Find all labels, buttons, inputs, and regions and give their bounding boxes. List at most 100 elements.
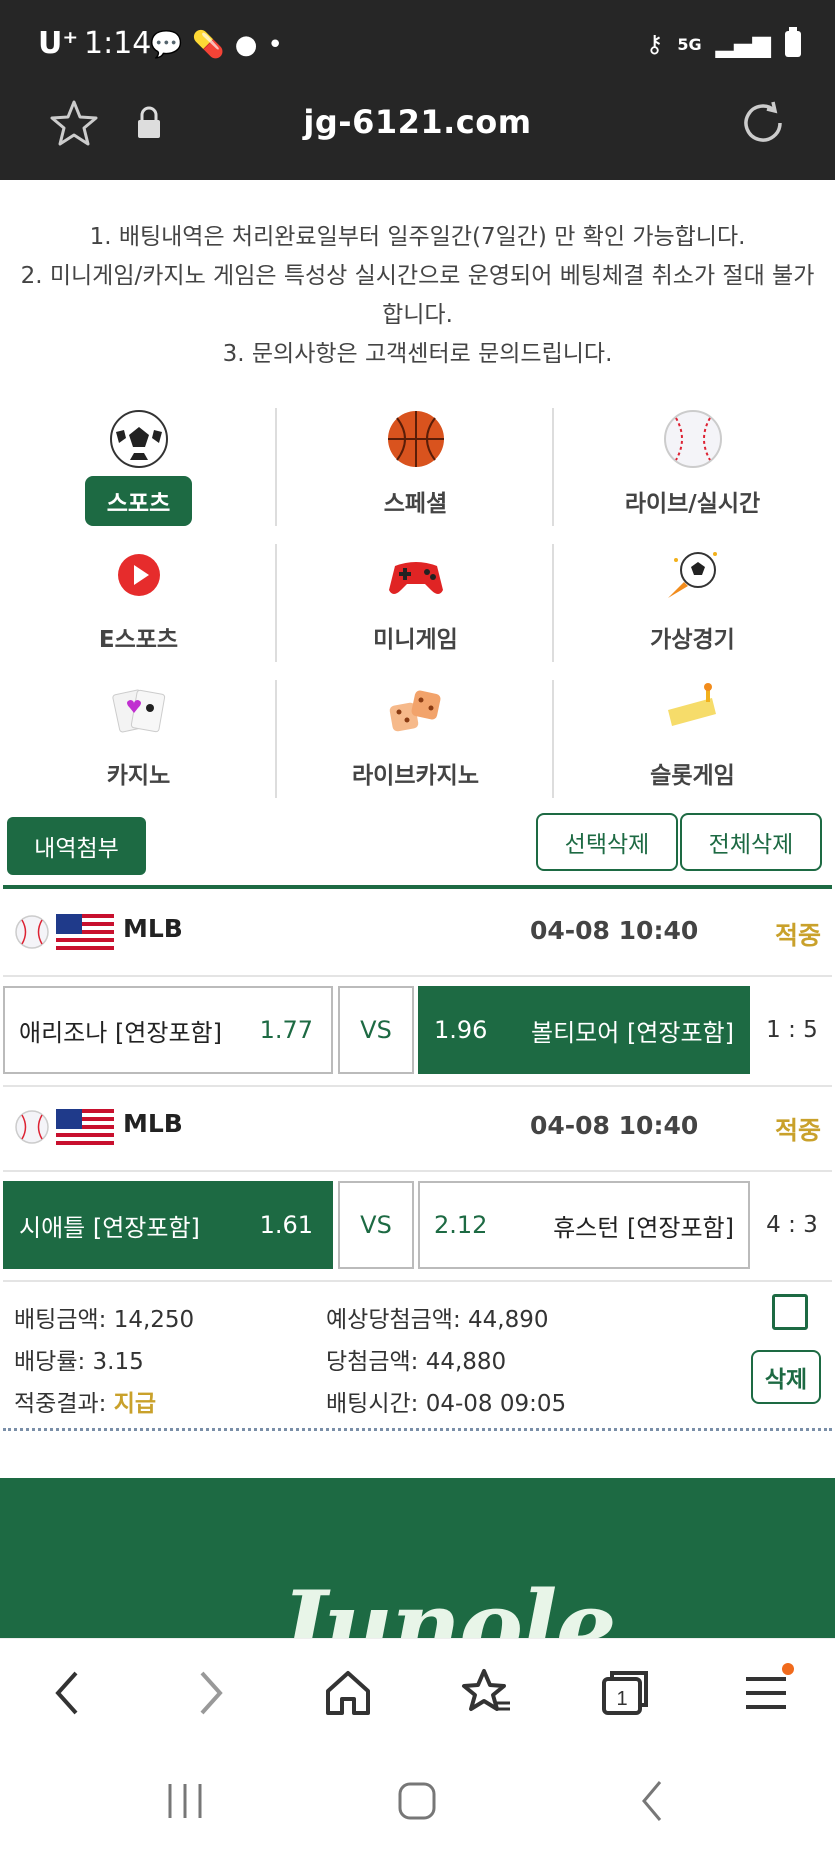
url-bar: jg-6121.com	[0, 95, 835, 155]
bookmarks-icon[interactable]	[456, 1663, 516, 1723]
section-divider	[3, 885, 832, 889]
gamepad-icon	[388, 562, 443, 594]
category-casino[interactable]: 카지노	[0, 672, 277, 808]
dice-icon	[389, 690, 440, 732]
forward-icon[interactable]	[180, 1663, 240, 1723]
dotted-divider	[3, 1428, 832, 1431]
league-name: MLB	[123, 1109, 183, 1138]
league-name: MLB	[123, 914, 183, 943]
bet-amount: 배팅금액: 14,250	[14, 1307, 195, 1333]
odds-total: 배당률: 3.15	[14, 1349, 144, 1375]
expected-win: 예상당첨금액: 44,890	[326, 1307, 549, 1333]
svg-text:1: 1	[616, 1688, 627, 1710]
home-odds: 1.61	[259, 1211, 313, 1239]
match-score: 1 : 5	[766, 1017, 818, 1043]
category-special[interactable]: 스페셜	[277, 400, 554, 536]
category-minigame[interactable]: 미니게임	[277, 536, 554, 672]
category-label: 미니게임	[373, 627, 458, 653]
system-back-icon[interactable]	[628, 1776, 678, 1826]
away-team-name: 볼티모어 [연장포함]	[531, 1018, 734, 1047]
brand-banner: Junole	[0, 1478, 835, 1638]
menu-icon[interactable]	[736, 1663, 796, 1723]
browser-nav-bar: 1	[0, 1638, 835, 1746]
baseball-icon	[15, 1110, 49, 1144]
signal-icon: ▂▄▆	[715, 30, 771, 58]
away-odds: 2.12	[434, 1211, 488, 1239]
category-label: 스페셜	[383, 491, 448, 517]
us-flag-icon	[56, 914, 114, 950]
home-team-name: 애리조나 [연장포함]	[19, 1018, 222, 1047]
status-bar: U⁺ 1:14 💬 💊 ● • ⚷ 5G ▂▄▆	[0, 22, 835, 72]
away-team-name: 휴스턴 [연장포함]	[553, 1213, 734, 1242]
reload-icon[interactable]	[737, 97, 789, 149]
home-button-icon[interactable]	[392, 1776, 442, 1826]
baseball-icon	[663, 410, 722, 468]
category-label: 라이브/실시간	[624, 491, 761, 517]
result-badge: 적중	[774, 1116, 821, 1145]
delete-selected-button[interactable]: 선택삭제	[536, 813, 678, 871]
away-team-pick[interactable]: 2.12 휴스턴 [연장포함]	[418, 1181, 750, 1269]
category-live-casino[interactable]: 라이브카지노	[277, 672, 554, 808]
home-icon[interactable]	[318, 1663, 378, 1723]
brand-logo: Junole	[280, 1570, 617, 1638]
category-slot[interactable]: 슬롯게임	[554, 672, 831, 808]
win-amount: 당첨금액: 44,880	[326, 1349, 507, 1375]
bet-summary: 배팅금액: 14,250 배당률: 3.15 적중결과: 지급 예상당첨금액: …	[0, 1290, 835, 1430]
cards-icon	[111, 689, 165, 733]
match-datetime: 04-08 10:40	[530, 916, 699, 945]
category-grid: 스포츠 스페셜 라이브/실시간 E스포츠 미니게임 가상경기 카지노 라이브카지…	[0, 400, 835, 808]
key-icon: ⚷	[645, 30, 664, 58]
network-type: 5G	[677, 34, 702, 54]
us-flag-icon	[56, 1109, 114, 1145]
url-text[interactable]: jg-6121.com	[0, 103, 835, 141]
delete-button[interactable]: 삭제	[751, 1350, 821, 1404]
recent-apps-icon[interactable]	[160, 1776, 210, 1826]
category-esports[interactable]: E스포츠	[0, 536, 277, 672]
status-time: 1:14	[84, 26, 152, 61]
bet-row: 애리조나 [연장포함] 1.77 VS 1.96 볼티모어 [연장포함] 1 :…	[0, 986, 835, 1074]
rocket-ball-icon	[667, 552, 717, 598]
battery-icon	[785, 27, 801, 57]
delete-all-button[interactable]: 전체삭제	[680, 813, 822, 871]
baseball-icon	[15, 915, 49, 949]
browser-top-bar: U⁺ 1:14 💬 💊 ● • ⚷ 5G ▂▄▆ jg-6121.com	[0, 0, 835, 180]
select-checkbox[interactable]	[772, 1294, 808, 1330]
category-label: 카지노	[106, 763, 171, 789]
home-team-pick[interactable]: 애리조나 [연장포함] 1.77	[3, 986, 333, 1074]
home-odds: 1.77	[259, 1016, 313, 1044]
system-nav-bar	[0, 1746, 835, 1856]
pill-icon: 💊	[192, 30, 225, 60]
carrier-label: U⁺	[38, 26, 79, 61]
soccer-ball-icon	[109, 410, 168, 468]
category-virtual[interactable]: 가상경기	[554, 536, 831, 672]
tabs-icon[interactable]: 1	[596, 1663, 656, 1723]
away-odds: 1.96	[434, 1016, 488, 1044]
match-score: 4 : 3	[766, 1212, 818, 1238]
notice-2: 2. 미니게임/카지노 게임은 특성상 실시간으로 운영되어 베팅체결 취소가 …	[20, 263, 815, 328]
category-live[interactable]: 라이브/실시간	[554, 400, 831, 536]
category-label: 슬롯게임	[650, 763, 735, 789]
notice-3: 3. 문의사항은 고객센터로 문의드립니다.	[222, 341, 613, 367]
back-icon[interactable]	[38, 1663, 98, 1723]
dot-icon: •	[267, 30, 283, 60]
bet-result: 적중결과: 지급	[14, 1391, 157, 1417]
bet-row: 시애틀 [연장포함] 1.61 VS 2.12 휴스턴 [연장포함] 4 : 3	[0, 1181, 835, 1269]
category-sports[interactable]: 스포츠	[0, 400, 277, 536]
away-team-pick[interactable]: 1.96 볼티모어 [연장포함]	[418, 986, 750, 1074]
home-team-pick[interactable]: 시애틀 [연장포함] 1.61	[3, 1181, 333, 1269]
result-badge: 적중	[774, 921, 821, 950]
vs-label: VS	[338, 986, 414, 1074]
home-team-name: 시애틀 [연장포함]	[19, 1213, 200, 1242]
category-label: 라이브카지노	[352, 763, 479, 789]
match-datetime: 04-08 10:40	[530, 1111, 699, 1140]
attach-history-button[interactable]: 내역첨부	[7, 817, 146, 875]
notice-1: 1. 배팅내역은 처리완료일부터 일주일간(7일간) 만 확인 가능합니다.	[89, 224, 746, 250]
category-label: E스포츠	[98, 627, 179, 653]
match-header: MLB 04-08 10:40 적중	[0, 1099, 835, 1159]
vs-label: VS	[338, 1181, 414, 1269]
basketball-icon	[387, 411, 444, 467]
match-header: MLB 04-08 10:40 적중	[0, 904, 835, 964]
category-label: 가상경기	[650, 627, 735, 653]
play-icon	[117, 554, 160, 596]
category-label: 스포츠	[84, 476, 193, 526]
